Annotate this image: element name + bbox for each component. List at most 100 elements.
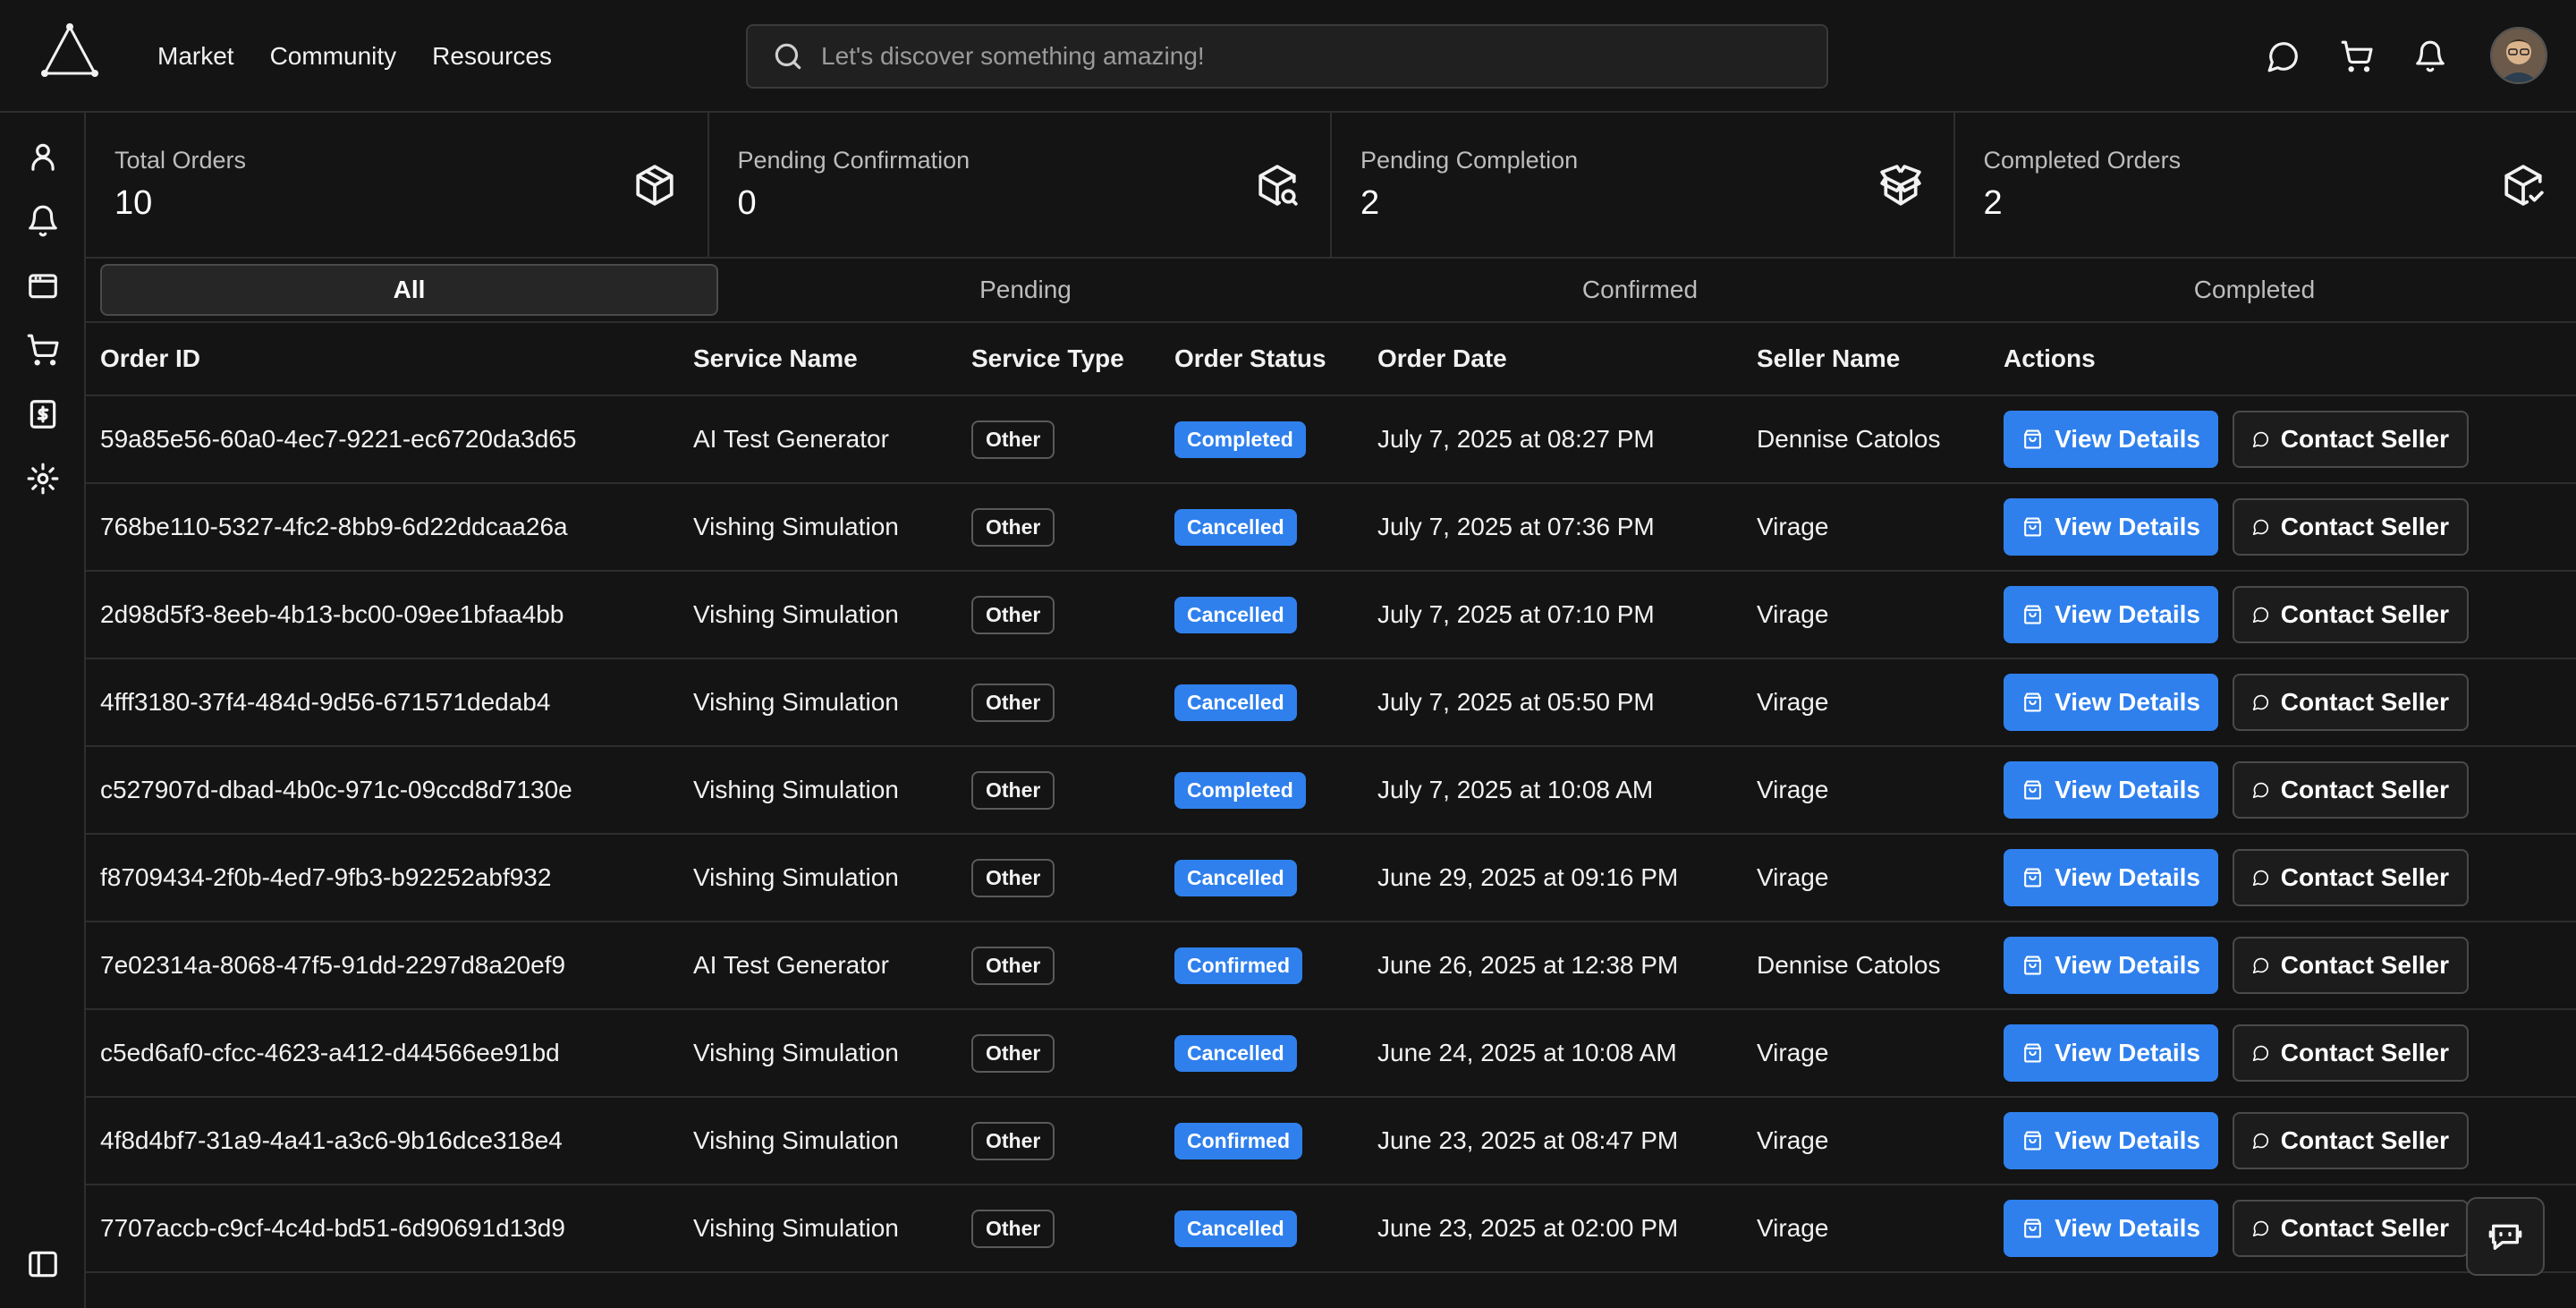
bell-icon[interactable] (26, 204, 60, 238)
chatbot-button[interactable] (2466, 1197, 2545, 1276)
seller-name: Virage (1757, 776, 1829, 803)
contact-seller-button[interactable]: Contact Seller (2233, 411, 2469, 468)
view-details-label: View Details (2055, 776, 2200, 803)
view-details-button[interactable]: View Details (2004, 1200, 2218, 1257)
service-name: Vishing Simulation (693, 1039, 899, 1066)
service-type-badge: Other (971, 946, 1055, 985)
contact-seller-button[interactable]: Contact Seller (2233, 761, 2469, 819)
chat-bubble-icon (2252, 694, 2269, 711)
view-details-button[interactable]: View Details (2004, 1112, 2218, 1169)
contact-seller-button[interactable]: Contact Seller (2233, 1112, 2469, 1169)
package-open-icon (1879, 165, 1921, 206)
tab-completed[interactable]: Completed (1947, 264, 2562, 316)
tab-pending[interactable]: Pending (718, 264, 1333, 316)
view-details-label: View Details (2055, 1039, 2200, 1066)
order-date: June 23, 2025 at 02:00 PM (1377, 1214, 1679, 1242)
contact-seller-button[interactable]: Contact Seller (2233, 674, 2469, 731)
status-badge: Confirmed (1174, 947, 1302, 984)
service-type-cell: Other (971, 1098, 1055, 1184)
user-avatar[interactable] (2490, 27, 2547, 84)
view-details-button[interactable]: View Details (2004, 411, 2218, 468)
service-type-cell: Other (971, 922, 1055, 1008)
contact-seller-button[interactable]: Contact Seller (2233, 937, 2469, 994)
nav-resources[interactable]: Resources (432, 42, 552, 71)
view-details-button[interactable]: View Details (2004, 498, 2218, 556)
tab-all[interactable]: All (100, 264, 718, 316)
top-bar: Market Community Resources (0, 0, 2576, 113)
view-details-label: View Details (2055, 1214, 2200, 1242)
nav-community[interactable]: Community (270, 42, 397, 71)
service-name: Vishing Simulation (693, 863, 899, 891)
view-details-button[interactable]: View Details (2004, 586, 2218, 643)
stat-total-orders: Total Orders 10 (86, 113, 709, 257)
order-id: 7707accb-c9cf-4c4d-bd51-6d90691d13d9 (100, 1214, 565, 1242)
order-id: 59a85e56-60a0-4ec7-9221-ec6720da3d65 (100, 425, 577, 453)
view-details-button[interactable]: View Details (2004, 937, 2218, 994)
status-badge: Cancelled (1174, 596, 1297, 633)
row-actions: View Details Contact Seller (2004, 1185, 2469, 1271)
service-type-badge: Other (971, 683, 1055, 722)
chat-bubble-icon (2252, 431, 2269, 448)
chat-bubble-icon[interactable] (2267, 39, 2301, 73)
order-status-cell: Cancelled (1174, 835, 1297, 921)
service-name: Vishing Simulation (693, 1126, 899, 1154)
order-status-cell: Confirmed (1174, 1098, 1302, 1184)
cart-icon[interactable] (26, 333, 60, 367)
col-header-order-date: Order Date (1377, 344, 1507, 372)
gear-icon[interactable] (26, 462, 60, 496)
row-actions: View Details Contact Seller (2004, 1010, 2469, 1096)
nav-market[interactable]: Market (157, 42, 234, 71)
view-details-button[interactable]: View Details (2004, 761, 2218, 819)
contact-seller-button[interactable]: Contact Seller (2233, 1200, 2469, 1257)
order-id: 768be110-5327-4fc2-8bb9-6d22ddcaa26a (100, 513, 568, 540)
search-input[interactable] (819, 41, 1826, 72)
service-name: Vishing Simulation (693, 600, 899, 628)
table-row: 7e02314a-8068-47f5-91dd-2297d8a20ef9 AI … (86, 922, 2576, 1010)
table-row: 768be110-5327-4fc2-8bb9-6d22ddcaa26a Vis… (86, 484, 2576, 572)
service-name: AI Test Generator (693, 951, 889, 979)
status-tabs: All Pending Confirmed Completed (86, 259, 2576, 323)
status-badge: Cancelled (1174, 508, 1297, 546)
contact-seller-button[interactable]: Contact Seller (2233, 498, 2469, 556)
table-header-row: Order ID Service Name Service Type Order… (86, 323, 2576, 396)
view-details-label: View Details (2055, 600, 2200, 628)
table-row: 59a85e56-60a0-4ec7-9221-ec6720da3d65 AI … (86, 396, 2576, 484)
contact-seller-button[interactable]: Contact Seller (2233, 1024, 2469, 1082)
contact-seller-button[interactable]: Contact Seller (2233, 849, 2469, 906)
package-check-icon (2504, 165, 2544, 206)
stat-value: 2 (1360, 184, 1380, 222)
seller-name: Dennise Catolos (1757, 425, 1941, 453)
service-type-badge: Other (971, 595, 1055, 634)
row-actions: View Details Contact Seller (2004, 747, 2469, 833)
order-date: July 7, 2025 at 07:36 PM (1377, 513, 1655, 540)
order-date: June 26, 2025 at 12:38 PM (1377, 951, 1679, 979)
bell-icon[interactable] (2413, 39, 2447, 73)
table-row: c527907d-dbad-4b0c-971c-09ccd8d7130e Vis… (86, 747, 2576, 835)
row-actions: View Details Contact Seller (2004, 835, 2469, 921)
row-actions: View Details Contact Seller (2004, 572, 2469, 658)
contact-seller-button[interactable]: Contact Seller (2233, 586, 2469, 643)
stat-label: Pending Confirmation (737, 147, 970, 174)
order-status-cell: Cancelled (1174, 1185, 1297, 1271)
tab-confirmed[interactable]: Confirmed (1333, 264, 1947, 316)
user-icon[interactable] (26, 140, 60, 174)
service-type-cell: Other (971, 1010, 1055, 1096)
view-details-button[interactable]: View Details (2004, 1024, 2218, 1082)
panel-toggle-icon[interactable] (26, 1247, 60, 1281)
browser-icon[interactable] (26, 268, 60, 302)
col-header-service-name: Service Name (693, 344, 858, 372)
bot-message-icon (2488, 1224, 2522, 1250)
chat-bubble-icon (2252, 870, 2269, 887)
view-details-button[interactable]: View Details (2004, 674, 2218, 731)
triangle-logo-icon[interactable] (39, 23, 100, 79)
order-status-cell: Cancelled (1174, 572, 1297, 658)
search-bar[interactable] (746, 24, 1828, 89)
shopping-bag-icon (2024, 517, 2041, 537)
status-badge: Completed (1174, 771, 1306, 809)
seller-name: Virage (1757, 600, 1829, 628)
cart-icon[interactable] (2340, 39, 2374, 73)
seller-name: Virage (1757, 513, 1829, 540)
service-name: Vishing Simulation (693, 688, 899, 716)
view-details-button[interactable]: View Details (2004, 849, 2218, 906)
dollar-document-icon[interactable] (26, 397, 60, 431)
